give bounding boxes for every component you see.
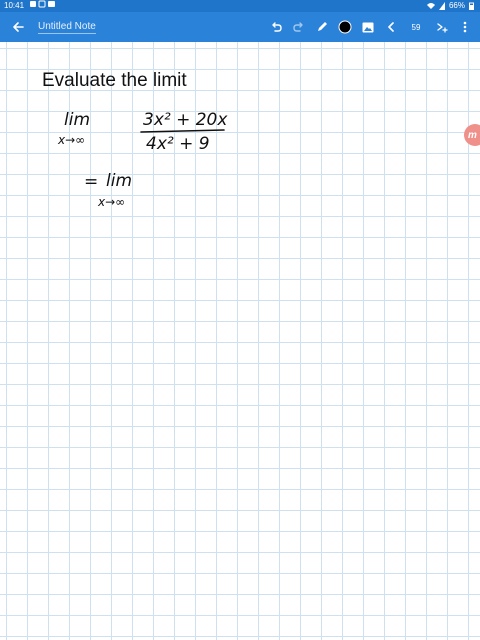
color-picker-button[interactable] <box>333 12 356 42</box>
add-page-icon <box>436 23 448 33</box>
limit-approach-text-2: x→∞ <box>98 195 126 209</box>
insert-image-button[interactable] <box>356 12 379 42</box>
note-canvas[interactable] <box>0 42 480 640</box>
signal-icon <box>438 2 445 10</box>
back-button[interactable] <box>4 12 32 42</box>
limit-lim-text: lim <box>64 110 91 130</box>
app-bar: Untitled Note 59 <box>0 12 480 42</box>
more-options-button[interactable] <box>453 12 476 42</box>
fraction-numerator: 3x² + 20x <box>143 110 228 130</box>
notification-icon-group <box>30 0 56 7</box>
status-time: 10:41 <box>4 1 25 10</box>
battery-icon <box>469 2 474 10</box>
image-icon <box>362 22 373 32</box>
add-page-button[interactable] <box>430 12 453 42</box>
pen-tool-button[interactable] <box>310 12 333 42</box>
previous-page-button[interactable] <box>379 12 402 42</box>
fraction-denominator: 4x² + 9 <box>146 134 210 154</box>
undo-button[interactable] <box>264 12 287 42</box>
wifi-icon <box>426 3 435 9</box>
toolbar: 59 <box>264 12 476 42</box>
limit-lim-text-2: lim <box>106 171 133 191</box>
chevron-left-icon <box>387 22 394 32</box>
back-arrow-icon <box>13 22 24 32</box>
more-vert-icon <box>463 21 466 33</box>
side-floating-button[interactable]: m <box>464 124 480 146</box>
equals-sign: = <box>84 172 99 192</box>
limit-approach-text: x→∞ <box>58 133 86 147</box>
pen-icon <box>317 22 327 31</box>
battery-percent: 66% <box>448 1 465 10</box>
status-bar: 10:41 66% <box>0 0 480 12</box>
notification-icons <box>30 0 56 13</box>
note-title[interactable]: Untitled Note <box>38 21 96 34</box>
redo-icon <box>292 22 303 32</box>
redo-button[interactable] <box>287 12 310 42</box>
color-swatch-icon <box>338 20 351 34</box>
note-heading: Evaluate the limit <box>42 70 187 91</box>
undo-icon <box>271 22 282 32</box>
page-number: 59 <box>411 22 421 32</box>
